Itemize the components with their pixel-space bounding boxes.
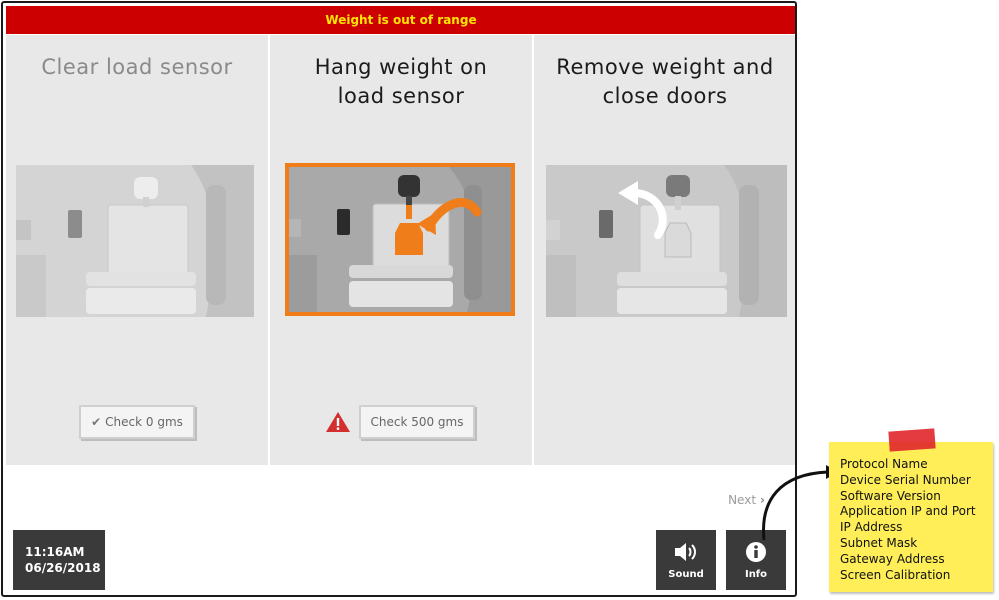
list-item: Subnet Mask [840,535,918,550]
sound-button[interactable]: Sound [656,530,716,590]
clock-display: 11:16AM 06/26/2018 [13,530,105,590]
step-title: Clear load sensor [41,55,233,79]
sensor-illustration [16,165,254,317]
list-item: Gateway Address [840,551,945,566]
step-clear-sensor: Clear load sensor ✔ Check 0 gms [6,35,268,465]
clock-time: 11:16AM [25,545,85,559]
warning-triangle-icon [326,412,350,432]
remove-weight-illustration [546,165,787,317]
list-item: Application IP and Port [840,504,976,519]
error-banner: Weight is out of range [6,6,795,34]
hang-weight-illustration [285,163,515,316]
list-item: Software Version [840,488,941,503]
tape-strip [888,428,936,452]
step-title: Remove weight and close doors [556,55,774,108]
checkmark-icon: ✔ [91,415,102,429]
check-500-button[interactable]: Check 500 gms [359,405,475,439]
step-title: Hang weight on load sensor [314,55,488,108]
info-items-list: Protocol Name Device Serial Number Softw… [840,457,976,583]
check-0-button[interactable]: ✔ Check 0 gms [79,405,195,439]
list-item: Device Serial Number [840,472,971,487]
list-item: IP Address [840,520,903,535]
steps-panel: Clear load sensor ✔ Check 0 gms Hang wei… [6,35,795,465]
device-screen: Weight is out of range Clear load sensor [1,1,797,597]
step-remove-weight: Remove weight and close doors [534,35,795,465]
callout-arrow [762,465,838,540]
list-item: Protocol Name [840,457,928,471]
list-item: Screen Calibration [840,567,951,582]
info-icon [746,541,766,562]
clock-date: 06/26/2018 [25,561,101,575]
step-hang-weight: Hang weight on load sensor Check 500 gms [270,35,532,465]
speaker-icon [675,542,696,561]
